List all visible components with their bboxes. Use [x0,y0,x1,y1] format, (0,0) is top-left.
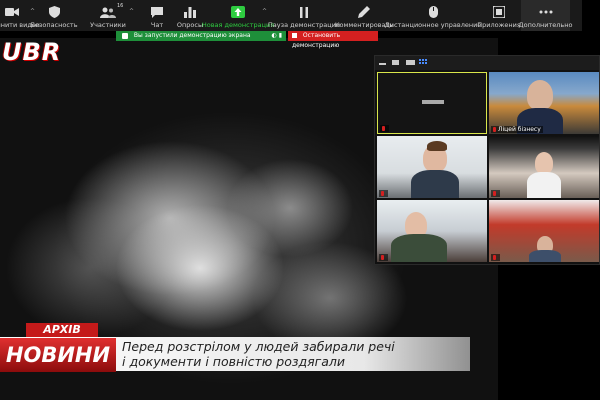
stop-share-label: Остановить демонстрацию [292,32,341,49]
gallery-header [375,56,599,70]
security-button[interactable]: Безопасность [30,0,78,31]
archive-tag: АРХІВ [26,323,98,337]
participant-body [527,172,561,198]
video-tile[interactable]: Ліцей бізнесу [489,72,599,134]
news-headline: Перед розстрілом у людей забирали речі і… [116,337,470,371]
apps-button[interactable]: Приложения [477,0,521,31]
chat-button[interactable]: Чат [146,0,168,31]
pen-icon [356,5,372,19]
headline-line-2: і документи і повністю роздягали [122,354,346,369]
minimize-icon[interactable] [378,59,387,66]
tile-name-label [491,254,500,261]
participant-face [535,152,553,174]
share-options-caret[interactable]: ^ [262,8,267,15]
stop-share-button[interactable]: Остановить демонстрацию [288,31,378,49]
news-section-label: НОВИНИ [0,337,116,372]
share-screen-icon [230,5,246,19]
annotate-button[interactable]: Комментировать [335,0,393,31]
participant-hair [427,141,447,151]
chat-icon [149,5,165,19]
notice-controls[interactable]: ◐ ▮ [272,31,282,41]
headline-line-1: Перед розстрілом у людей забирали речі [122,339,395,354]
more-icon [538,5,554,19]
participant-count-badge: 16 [117,3,124,9]
speaker-view-icon[interactable] [391,59,400,66]
participant-body [411,170,459,198]
video-gallery-panel: Ліцей бізнесу [374,55,600,265]
tile-name-label [491,190,500,197]
muted-mic-icon [381,191,384,196]
remote-control-button[interactable]: Дистанционное управление [385,0,481,31]
participant-face [527,80,553,110]
strip-view-icon[interactable] [406,59,415,66]
video-tile[interactable] [377,200,487,262]
tile-name-label [380,125,389,132]
sharing-notice: Вы запустили демонстрацию экрана ◐ ▮ [116,31,286,41]
meeting-toolbar: Зупинити видео ^ Безопасность Участники … [0,0,582,31]
participant-body [529,250,561,262]
new-share-button[interactable]: Новая демонстрация [202,0,274,31]
tile-name-label: Ліцей бізнесу [491,126,543,133]
sharing-indicator-icon [122,33,128,39]
muted-mic-icon [382,126,385,131]
participants-caret[interactable]: ^ [129,8,134,15]
channel-logo: UBR [2,38,62,66]
stop-video-button[interactable]: Зупинити видео [0,0,40,31]
more-button[interactable]: Дополнительно [519,0,572,31]
blurred-content [422,100,444,104]
polls-button[interactable]: Опросы [176,0,204,31]
stop-icon [292,33,297,38]
polls-icon [182,5,198,19]
news-lower-third: АРХІВ НОВИНИ Перед розстрілом у людей за… [0,323,470,372]
video-tile[interactable] [377,136,487,198]
tile-name-label [379,254,388,261]
sharing-notice-text: Вы запустили демонстрацию экрана [133,32,251,39]
video-camera-icon [4,5,20,19]
muted-mic-icon [381,255,384,260]
tile-name-label [379,190,388,197]
muted-mic-icon [493,191,496,196]
participant-body [391,234,447,262]
gallery-view-icon[interactable] [419,59,428,66]
pause-share-button[interactable]: Пауза демонстрации [268,0,340,31]
video-tile[interactable] [377,72,487,134]
apps-icon [491,5,507,19]
video-tile[interactable] [489,136,599,198]
muted-mic-icon [493,255,496,260]
shield-icon [46,5,62,19]
muted-mic-icon [493,127,496,132]
video-tile[interactable] [489,200,599,262]
mouse-icon [425,5,441,19]
pause-icon [296,5,312,19]
participants-icon [100,5,116,19]
